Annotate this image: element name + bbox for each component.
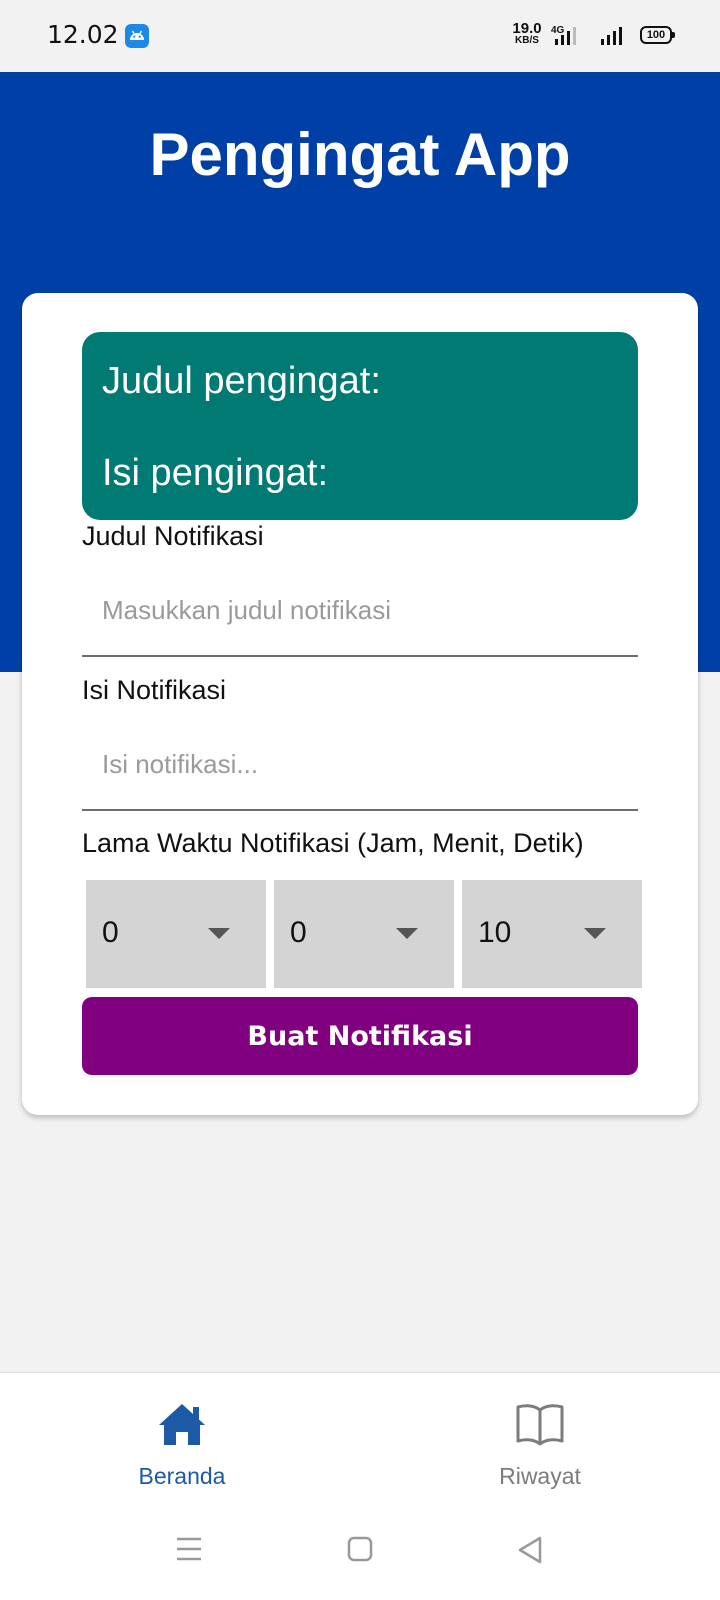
duration-label: Lama Waktu Notifikasi (Jam, Menit, Detik… — [82, 828, 584, 858]
back-triangle-icon[interactable] — [517, 1536, 543, 1569]
signal-4g-icon: 4G — [550, 23, 582, 52]
duration-selectors: 0 0 10 — [86, 880, 642, 988]
nav-label-riwayat: Riwayat — [499, 1463, 581, 1489]
dropdown-arrow-icon — [584, 928, 606, 939]
create-notification-button[interactable]: Buat Notifikasi — [82, 997, 638, 1075]
body-field-label: Isi Notifikasi — [82, 675, 227, 705]
battery-icon: 100 — [640, 26, 675, 44]
page-title: Pengingat App — [149, 121, 571, 188]
book-icon — [515, 1401, 565, 1452]
network-speed: 19.0 KB/S — [510, 21, 544, 46]
seconds-value: 10 — [478, 916, 512, 949]
nav-item-riwayat[interactable]: Riwayat — [450, 1373, 630, 1507]
status-time: 12.02 — [47, 20, 119, 49]
seconds-dropdown[interactable]: 10 — [462, 880, 642, 988]
network-speed-value: 19.0 — [512, 20, 542, 37]
home-icon — [157, 1401, 207, 1452]
dropdown-arrow-icon — [396, 928, 418, 939]
title-input[interactable]: Masukkan judul notifikasi — [82, 561, 638, 657]
minutes-value: 0 — [290, 916, 307, 949]
hours-dropdown[interactable]: 0 — [86, 880, 266, 988]
reminder-preview: Judul pengingat: Isi pengingat: — [82, 332, 638, 520]
menu-icon[interactable] — [175, 1536, 203, 1567]
system-nav-bar — [0, 1506, 720, 1600]
home-square-icon[interactable] — [347, 1536, 373, 1567]
dropdown-arrow-icon — [208, 928, 230, 939]
signal-icon — [600, 23, 626, 52]
network-speed-unit: KB/S — [515, 35, 539, 46]
preview-title-label: Judul pengingat: — [102, 360, 381, 402]
title-input-placeholder: Masukkan judul notifikasi — [102, 595, 392, 625]
hours-value: 0 — [102, 916, 119, 949]
body-input[interactable]: Isi notifikasi... — [82, 715, 638, 811]
minutes-dropdown[interactable]: 0 — [274, 880, 454, 988]
form-card: Judul pengingat: Isi pengingat: Judul No… — [22, 293, 698, 1115]
preview-body-label: Isi pengingat: — [102, 452, 329, 494]
bottom-nav: Beranda Riwayat — [0, 1372, 720, 1506]
title-field-label: Judul Notifikasi — [82, 521, 264, 551]
network-type: 4G — [551, 25, 565, 36]
nav-label-beranda: Beranda — [138, 1463, 226, 1489]
nav-item-beranda[interactable]: Beranda — [92, 1373, 272, 1507]
android-notification-icon — [125, 24, 149, 48]
body-input-placeholder: Isi notifikasi... — [102, 749, 259, 779]
status-bar: 12.02 19.0 KB/S 4G 100 — [0, 0, 720, 72]
